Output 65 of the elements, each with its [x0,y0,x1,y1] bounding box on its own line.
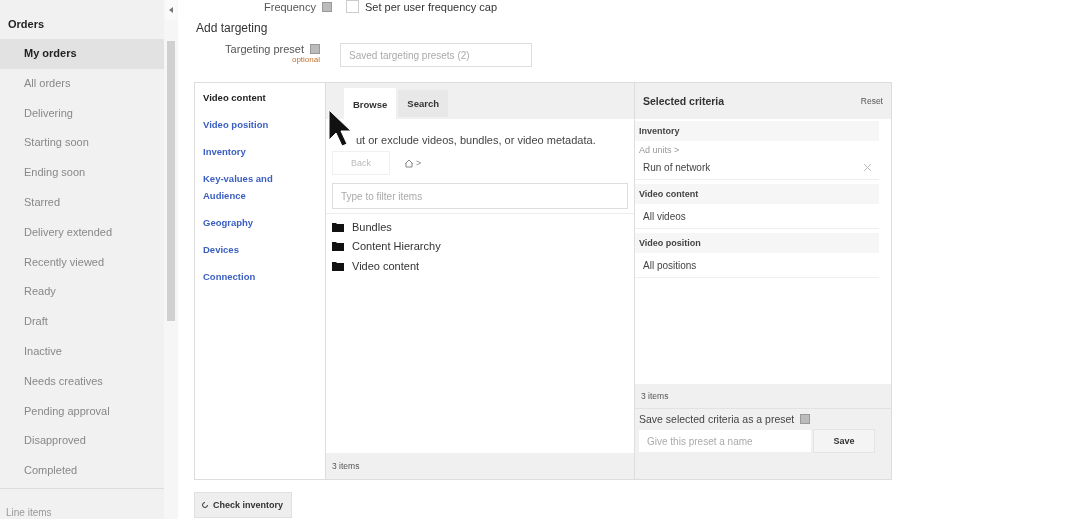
panel-title: Selected criteria [643,95,725,107]
optional-hint: optional [291,55,320,64]
sidebar-item[interactable]: Inactive [0,336,164,367]
sidebar-item[interactable]: Starred [0,188,164,218]
sidebar-item[interactable]: My orders [0,39,164,69]
scrollbar-thumb[interactable] [167,41,175,321]
folder-item[interactable]: Bundles [352,220,392,233]
group-title: Video position [635,233,879,253]
breadcrumb-separator: > [416,158,422,168]
filter-field[interactable]: Type to filter items [332,183,628,209]
check-inventory-button[interactable]: Check inventory [194,492,292,518]
home-icon[interactable] [404,158,414,168]
mouse-pointer-icon [328,109,352,147]
sidebar-item[interactable]: Recently viewed [0,247,164,278]
refresh-icon [201,501,209,509]
sidebar-item[interactable]: Pending approval [0,396,164,427]
folder-icon [332,260,344,271]
sidebar-item[interactable]: Needs creatives [0,366,164,397]
sidebar-item[interactable]: Draft [0,307,164,337]
help-icon[interactable] [310,44,320,54]
category-link[interactable]: Devices [203,241,317,258]
item-count: 3 items [635,384,891,408]
criteria-path: Ad units > [638,144,681,155]
sidebar-item[interactable]: Completed [0,456,164,486]
item-count: 3 items [326,453,634,479]
save-button[interactable]: Save [813,429,875,453]
help-icon[interactable] [322,1,332,12]
category-link[interactable]: Video content [203,89,317,106]
field-label: Targeting preset [225,43,304,55]
category-link[interactable]: Video position [203,116,317,133]
sidebar-item[interactable]: All orders [0,68,164,99]
checkbox-label: Set per user frequency cap [365,0,498,13]
close-icon[interactable] [864,163,871,171]
category-link[interactable]: Geography [203,214,317,231]
field-label: Frequency [264,0,316,13]
reset-link[interactable]: Reset [860,96,883,106]
checkbox[interactable] [346,0,359,13]
save-label: Save selected criteria as a preset [639,413,795,425]
sidebar-item[interactable]: Ready [0,277,164,308]
sidebar-item[interactable]: Ending soon [0,158,164,188]
section-title: Add targeting [196,21,269,37]
help-icon[interactable] [800,414,811,424]
preset-field[interactable]: Saved targeting presets (2) [340,43,532,67]
tab[interactable]: Search [398,89,448,117]
criteria-value: Run of network [643,161,711,173]
group-title: Video content [635,184,879,204]
folder-icon [332,241,344,252]
folder-item[interactable]: Video content [352,259,420,272]
sidebar-item[interactable]: Starting soon [0,128,164,159]
folder-item[interactable]: Content Hierarchy [352,240,441,253]
criteria-value: All positions [643,259,697,271]
folder-icon [332,221,344,232]
description-text: ut or exclude videos, bundles, or video metadata. [356,134,596,147]
category-link[interactable]: Inventory [203,143,317,160]
sidebar-item[interactable]: Delivering [0,98,164,129]
category-link[interactable]: Key-values and Audience [203,170,317,204]
sidebar-item[interactable]: Disapproved [0,426,164,457]
collapse-icon[interactable] [169,7,173,13]
group-title: Inventory [635,121,879,141]
category-link[interactable]: Connection [203,268,317,285]
preset-name-field[interactable]: Give this preset a name [639,430,811,452]
criteria-value: All videos [643,210,686,222]
sidebar-title: Orders [7,17,46,32]
sidebar-item[interactable]: Delivery extended [0,217,164,248]
tab[interactable]: Browse [344,88,397,119]
